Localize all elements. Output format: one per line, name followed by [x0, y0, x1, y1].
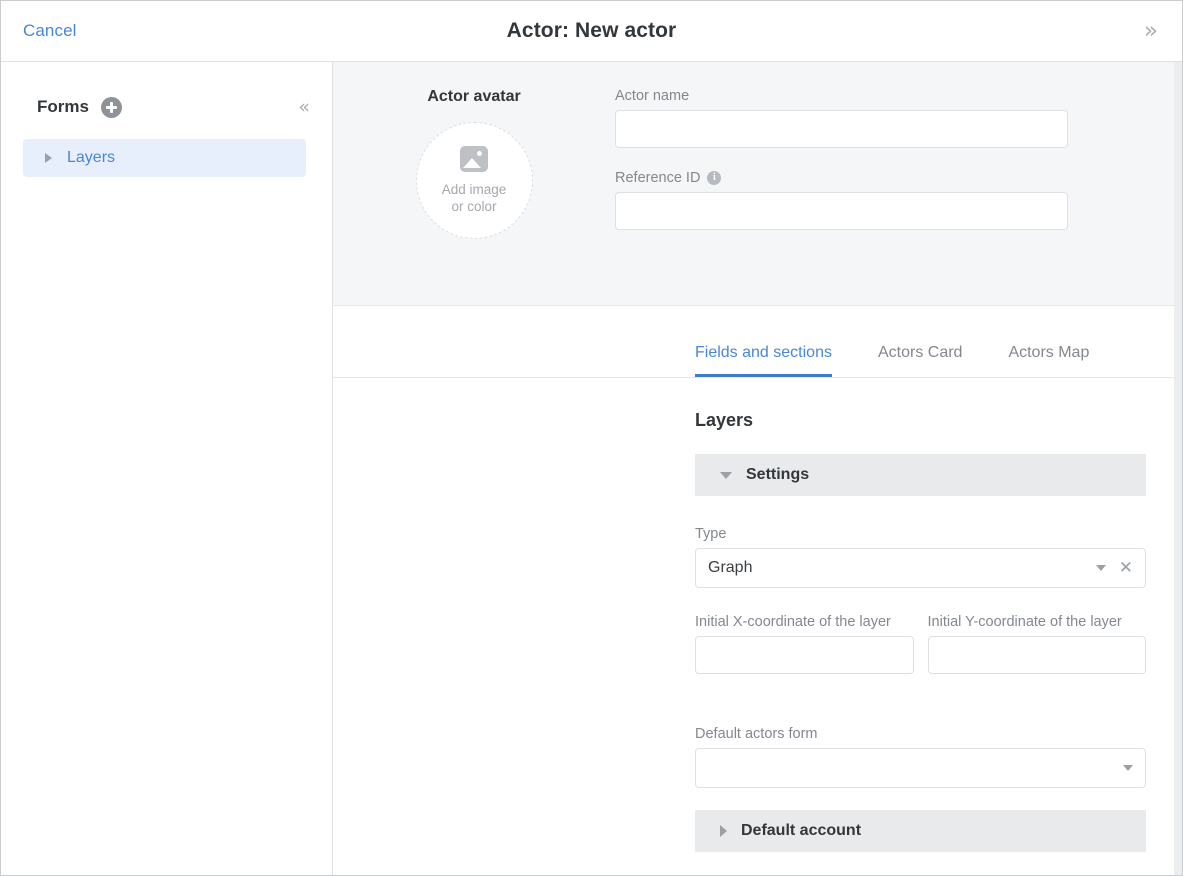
sidebar-item-label: Layers [67, 149, 116, 166]
type-label: Type [695, 526, 1146, 542]
initial-x-label-text: Initial X-coordinate of the layer [695, 614, 891, 630]
reference-id-label: Reference ID i [615, 170, 1068, 186]
initial-y-label-text: Initial Y-coordinate of the layer [927, 614, 1122, 630]
info-icon[interactable]: i [707, 171, 722, 185]
actor-name-label-text: Actor name [615, 88, 690, 104]
reference-id-input[interactable] [615, 192, 1068, 230]
actor-name-label: Actor name [615, 88, 1068, 104]
image-icon-mountain [463, 158, 481, 168]
initial-y-group: Initial Y-coordinate of the layer [927, 614, 1147, 696]
actor-summary-panel: Actor avatar Add image or color Actor na… [333, 62, 1174, 306]
tab-bar: Fields and sections Actors Card Actors M… [333, 306, 1174, 378]
image-icon-sun [477, 151, 482, 156]
add-form-plus-icon[interactable] [100, 96, 122, 118]
image-icon [460, 146, 488, 172]
sidebar-title: Forms [37, 97, 89, 116]
type-field-group: Type Graph ✕ [695, 526, 1146, 588]
avatar-placeholder-line1: Add image [441, 182, 507, 197]
section-header-settings[interactable]: Settings [695, 454, 1146, 496]
chevron-right-icon[interactable] [720, 825, 727, 837]
avatar-label: Actor avatar [427, 88, 521, 105]
cancel-button[interactable]: Cancel [23, 21, 77, 41]
default-actors-form-label-text: Default actors form [695, 726, 818, 742]
content-title: Layers [695, 410, 754, 430]
forms-tree: Layers [1, 139, 332, 177]
type-label-text: Type [695, 526, 727, 542]
coordinates-row: Initial X-coordinate of the layer Initia… [695, 614, 1146, 696]
actor-name-input[interactable] [615, 110, 1068, 148]
chevron-down-icon[interactable] [1095, 565, 1106, 571]
section-header-default-account[interactable]: Default account [695, 810, 1146, 852]
default-actors-form-group: Default actors form [695, 726, 1146, 788]
chevron-down-icon[interactable] [720, 471, 732, 479]
avatar-placeholder-line2: or color [451, 199, 497, 214]
actor-editor-window: Cancel Actor: New actor » Forms « Layers [0, 0, 1183, 876]
section-body-settings: Type Graph ✕ Initial X-coordinate of the… [695, 496, 1146, 810]
body-split: Forms « Layers Actor avatar Add image or… [1, 62, 1182, 875]
sidebar-header: Forms « [1, 92, 332, 122]
tab-actors-card[interactable]: Actors Card [878, 345, 962, 377]
actor-fields-column: Actor name Reference ID i [615, 88, 1174, 273]
initial-x-label: Initial X-coordinate of the layer [695, 614, 914, 630]
expand-panel-icon[interactable]: » [1144, 19, 1158, 43]
actor-name-group: Actor name [615, 88, 1068, 148]
sidebar-item-layers[interactable]: Layers [23, 139, 306, 177]
tab-actors-map[interactable]: Actors Map [1008, 345, 1089, 377]
expand-caret-icon[interactable] [45, 153, 52, 163]
avatar-placeholder-text: Add image or color [442, 181, 507, 215]
window-header: Cancel Actor: New actor » [1, 1, 1182, 62]
main-panel: Actor avatar Add image or color Actor na… [333, 62, 1182, 875]
avatar-column: Actor avatar Add image or color [333, 88, 615, 273]
default-actors-form-select[interactable] [695, 748, 1146, 788]
forms-sidebar: Forms « Layers [1, 62, 333, 875]
collapse-sidebar-icon[interactable]: « [298, 97, 310, 117]
tab-fields-and-sections[interactable]: Fields and sections [695, 345, 832, 377]
clear-selection-icon[interactable]: ✕ [1119, 559, 1133, 577]
type-select[interactable]: Graph ✕ [695, 548, 1146, 588]
default-actors-form-label: Default actors form [695, 726, 1146, 742]
type-select-value: Graph [708, 559, 753, 576]
tab-content: Layers Settings Type Graph ✕ Initial X-c… [333, 378, 1174, 875]
reference-id-label-text: Reference ID [615, 170, 701, 186]
initial-x-group: Initial X-coordinate of the layer [695, 614, 914, 674]
section-title-settings: Settings [746, 466, 810, 483]
initial-y-label: Initial Y-coordinate of the layer [928, 614, 1147, 630]
initial-x-input[interactable] [695, 636, 914, 674]
avatar-upload-button[interactable]: Add image or color [415, 122, 533, 239]
page-title: Actor: New actor [506, 19, 677, 42]
initial-y-input[interactable] [927, 636, 1146, 674]
section-title-default-account: Default account [741, 822, 862, 839]
chevron-down-icon[interactable] [1123, 765, 1133, 771]
reference-id-group: Reference ID i [615, 170, 1068, 230]
